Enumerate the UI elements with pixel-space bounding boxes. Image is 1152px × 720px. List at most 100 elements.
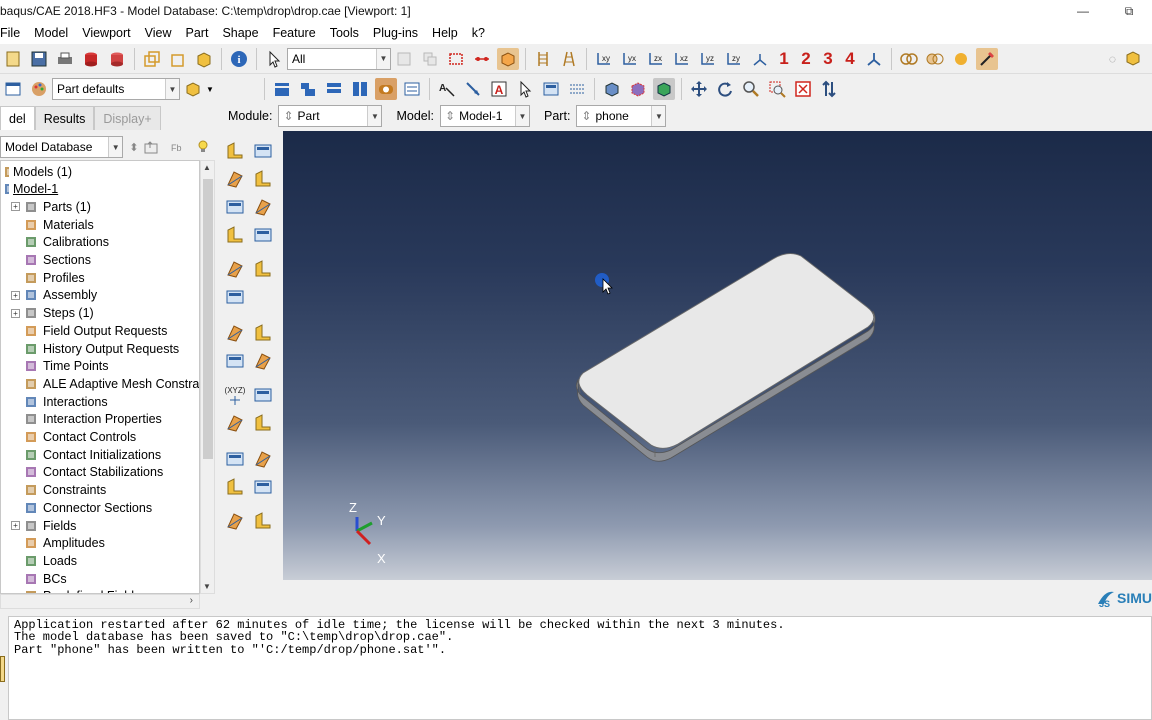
cycle-views-icon[interactable] bbox=[818, 78, 840, 100]
dashed-list-icon[interactable] bbox=[566, 78, 588, 100]
tree-item[interactable]: +Connector Sections bbox=[11, 499, 152, 516]
split-icon[interactable] bbox=[250, 348, 276, 374]
viewport[interactable]: Z Y X bbox=[283, 131, 1152, 580]
select-box-icon[interactable] bbox=[393, 48, 415, 70]
view-2-button[interactable]: 2 bbox=[795, 49, 817, 69]
tree-item[interactable]: + Steps (1) bbox=[11, 305, 94, 322]
tree-horizontal-scrollbar[interactable]: › bbox=[0, 594, 200, 609]
tab-display[interactable]: Display+ bbox=[94, 106, 161, 130]
chevron-up-icon[interactable]: ▲ bbox=[203, 163, 211, 172]
zoom-box-icon[interactable] bbox=[766, 78, 788, 100]
datum-axis-icon[interactable] bbox=[250, 256, 276, 282]
part-defaults-select[interactable]: Part defaults ▼ bbox=[52, 78, 180, 100]
mesh-cube-icon[interactable] bbox=[601, 78, 623, 100]
render-edges-icon[interactable] bbox=[976, 47, 998, 70]
expand-icon[interactable]: + bbox=[11, 521, 20, 530]
datum-plane-icon[interactable] bbox=[222, 410, 248, 436]
view-zx-icon[interactable]: zx bbox=[645, 48, 667, 70]
create-solid-extrude-icon[interactable] bbox=[222, 166, 248, 192]
layout-icon[interactable] bbox=[271, 78, 293, 100]
view-zy-icon[interactable]: zy bbox=[723, 48, 745, 70]
part-select[interactable]: ⇕ phone ▼ bbox=[576, 105, 667, 127]
tools-icon[interactable] bbox=[250, 474, 276, 500]
refresh-icon[interactable]: ◌ bbox=[1109, 52, 1116, 66]
expand-icon[interactable]: + bbox=[11, 308, 20, 318]
list-icon[interactable] bbox=[401, 78, 423, 100]
render-wireframe-icon[interactable] bbox=[898, 48, 920, 70]
reference-point-icon[interactable] bbox=[250, 410, 276, 436]
view-xy-icon[interactable]: xy bbox=[593, 48, 615, 70]
view-4-button[interactable]: 4 bbox=[839, 49, 861, 69]
menu-help[interactable]: Help bbox=[425, 26, 465, 40]
layout-columns-icon[interactable] bbox=[349, 78, 371, 100]
select-drag-icon[interactable] bbox=[419, 48, 441, 70]
menu-part[interactable]: Part bbox=[179, 26, 216, 40]
create-wire-icon[interactable] bbox=[222, 194, 248, 220]
menu-plug-ins[interactable]: Plug-ins bbox=[366, 26, 425, 40]
tree-item[interactable]: Model-1 bbox=[3, 181, 58, 198]
tree-item[interactable]: +Contact Stabilizations bbox=[11, 464, 163, 481]
palette-icon[interactable] bbox=[28, 78, 50, 100]
filter-icon[interactable]: Fb bbox=[166, 136, 188, 158]
tree-item[interactable]: +ALE Adaptive Mesh Constraint bbox=[11, 375, 199, 392]
mesh-cube-alt-icon[interactable] bbox=[627, 78, 649, 100]
select-rect-icon[interactable] bbox=[445, 48, 467, 70]
mesh-cube-green-icon[interactable] bbox=[652, 78, 675, 100]
merge-icon[interactable] bbox=[222, 348, 248, 374]
select-nodes-icon[interactable] bbox=[471, 48, 493, 70]
pick-arrow-icon[interactable] bbox=[514, 78, 536, 100]
query-info-icon[interactable]: i bbox=[228, 48, 250, 70]
tree-item[interactable]: +Loads bbox=[11, 552, 77, 569]
tree-item[interactable]: +Contact Controls bbox=[11, 429, 136, 446]
create-part-icon[interactable] bbox=[222, 138, 248, 164]
view-yx-icon[interactable]: yx bbox=[619, 48, 641, 70]
edit-feature-icon[interactable] bbox=[222, 284, 248, 310]
scrollbar-thumb[interactable] bbox=[203, 179, 213, 459]
tree-item[interactable]: +Constraints bbox=[11, 482, 106, 499]
tab-model[interactable]: del bbox=[0, 106, 35, 130]
sketch-icon[interactable] bbox=[222, 474, 248, 500]
updown-icon[interactable]: ⬍ bbox=[129, 141, 138, 154]
material-icon[interactable] bbox=[250, 508, 276, 534]
view-1-button[interactable]: 1 bbox=[773, 49, 795, 69]
tree-item[interactable]: +BCs bbox=[11, 570, 67, 587]
menu-feature[interactable]: Feature bbox=[266, 26, 323, 40]
lightbulb-icon[interactable] bbox=[192, 136, 214, 158]
part-icon[interactable] bbox=[1124, 49, 1142, 70]
zoom-icon[interactable] bbox=[740, 78, 762, 100]
select-3d-icon[interactable] bbox=[497, 47, 519, 70]
datum-point-icon[interactable] bbox=[222, 256, 248, 282]
tree-item[interactable]: + Assembly bbox=[11, 287, 97, 304]
tree-vertical-scrollbar[interactable]: ▲ ▼ bbox=[200, 160, 215, 594]
menu-file[interactable]: File bbox=[0, 26, 27, 40]
menu-view[interactable]: View bbox=[138, 26, 179, 40]
message-tab-icon[interactable] bbox=[0, 656, 5, 682]
selection-filter-select[interactable]: All ▼ bbox=[287, 47, 391, 70]
tree-item[interactable]: +Profiles bbox=[11, 269, 85, 286]
menu-viewport[interactable]: Viewport bbox=[75, 26, 137, 40]
rotate-icon[interactable] bbox=[714, 78, 736, 100]
create-round-icon[interactable] bbox=[222, 222, 248, 248]
database-red-icon[interactable] bbox=[80, 48, 102, 70]
arrow-draw-icon[interactable] bbox=[462, 78, 484, 100]
set-manager-icon[interactable] bbox=[222, 446, 248, 472]
repair-icon[interactable] bbox=[250, 320, 276, 346]
layout-stack-icon[interactable] bbox=[323, 78, 345, 100]
text-annotation-icon[interactable]: A bbox=[488, 78, 510, 100]
create-shell-icon[interactable] bbox=[250, 166, 276, 192]
datum-csys-icon[interactable]: (XYZ) bbox=[222, 382, 248, 408]
view-xz-icon[interactable]: xz bbox=[671, 48, 693, 70]
annotation-arrow-icon[interactable]: A bbox=[436, 78, 458, 100]
expand-icon[interactable]: + bbox=[11, 290, 20, 300]
tree-item[interactable]: +Time Points bbox=[11, 358, 109, 375]
tree-item[interactable]: +Contact Initializations bbox=[11, 446, 161, 463]
layout-split-icon[interactable] bbox=[297, 78, 319, 100]
virtual-topology-icon[interactable] bbox=[222, 320, 248, 346]
tree-item[interactable]: +Calibrations bbox=[11, 234, 109, 251]
select-arrow-icon[interactable] bbox=[263, 48, 285, 70]
part-manager-icon[interactable] bbox=[250, 138, 276, 164]
tree-item[interactable]: +Materials bbox=[11, 216, 94, 233]
surface-manager-icon[interactable] bbox=[250, 446, 276, 472]
view-iso-icon[interactable] bbox=[749, 48, 771, 70]
tree-item[interactable]: +Interactions bbox=[11, 393, 108, 410]
